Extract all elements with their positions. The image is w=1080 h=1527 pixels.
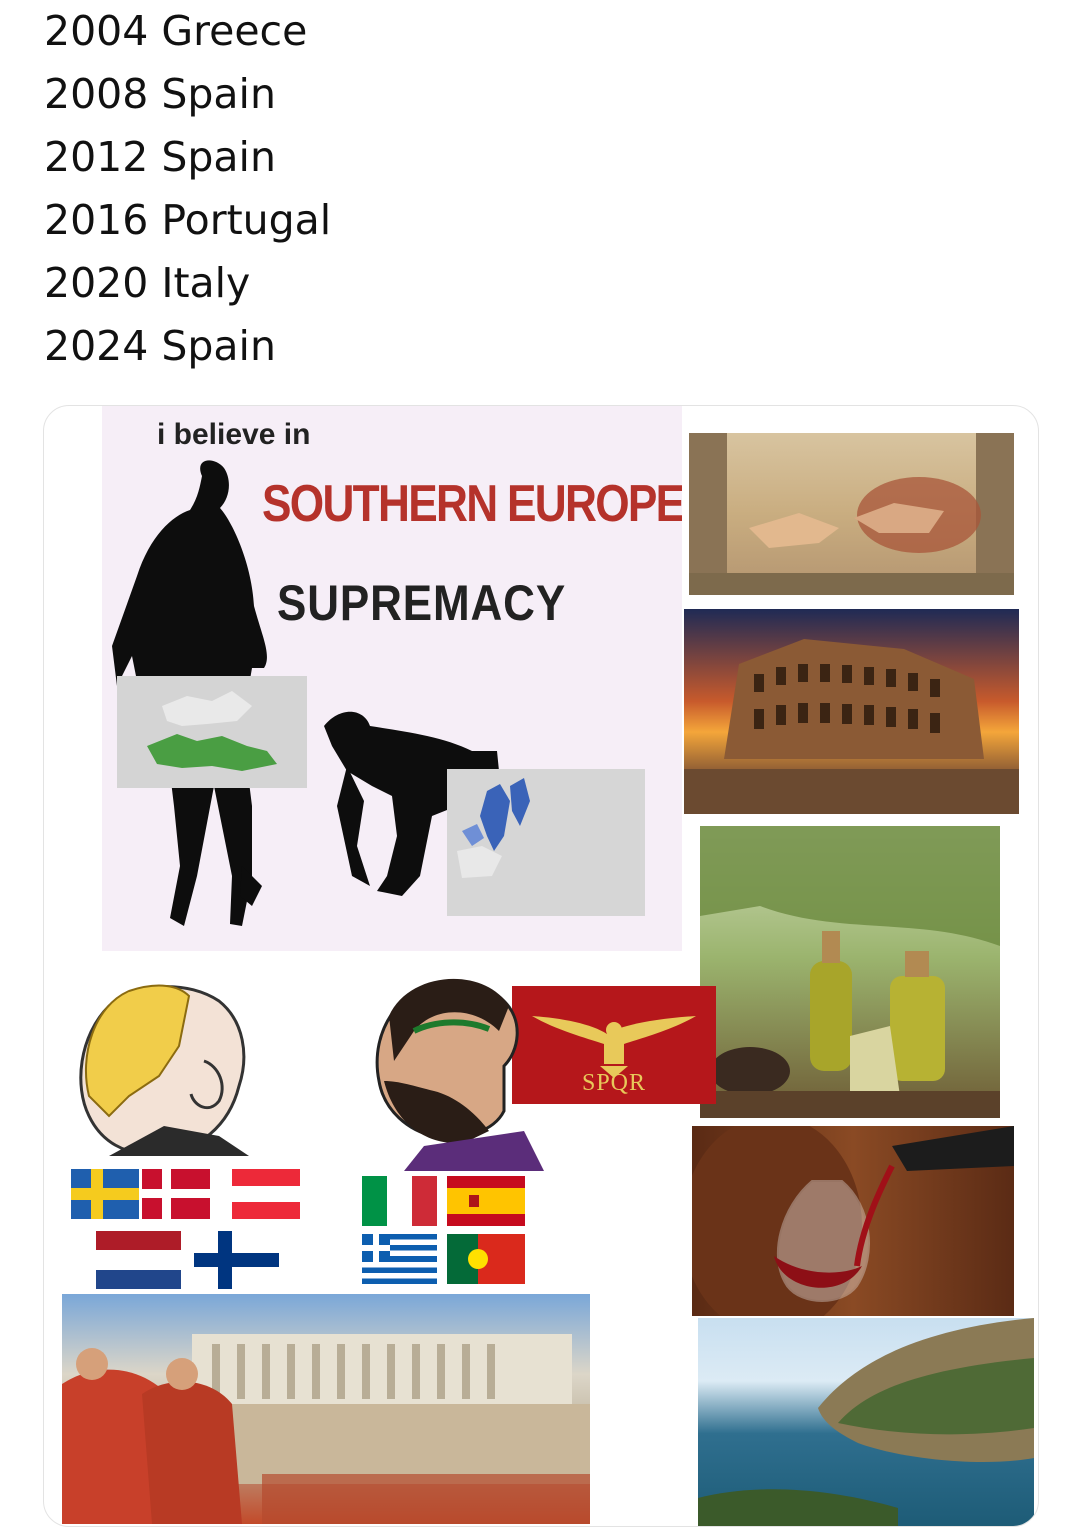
post-line-4: 2016 Portugal [44,196,332,244]
meme-panel: i believe in SOUTHERN EUROPE SUPREMACY [102,406,682,951]
post-line-1: 2004 Greece [44,7,308,55]
creation-of-adam-photo [689,433,1014,595]
standing-silhouette [112,460,645,926]
southern-caricature [375,978,544,1171]
colosseum-photo [684,609,1019,814]
post-line-5: 2020 Italy [44,259,251,307]
northern-caricature [79,984,249,1156]
flag-netherlands [96,1231,181,1289]
flag-finland [194,1231,279,1289]
media-image[interactable]: i believe in SOUTHERN EUROPE SUPREMACY S… [43,405,1039,1527]
olive-oil-photo [700,826,1000,1118]
flag-spain [447,1176,525,1226]
post-line-3: 2012 Spain [44,133,276,181]
post-text: 2004 Greece 2008 Spain 2012 Spain 2016 P… [44,0,331,378]
ancient-rome-scene [62,1294,590,1524]
flag-denmark [142,1169,210,1219]
mediterranean-coast-photo [698,1318,1034,1526]
flag-sweden [71,1169,139,1219]
red-wine-photo [692,1126,1014,1316]
flag-austria [232,1169,300,1219]
post-line-2: 2008 Spain [44,70,276,118]
flag-greece [362,1234,437,1284]
post-line-6: 2024 Spain [44,322,276,370]
flag-italy [362,1176,437,1226]
flag-portugal [447,1234,525,1284]
